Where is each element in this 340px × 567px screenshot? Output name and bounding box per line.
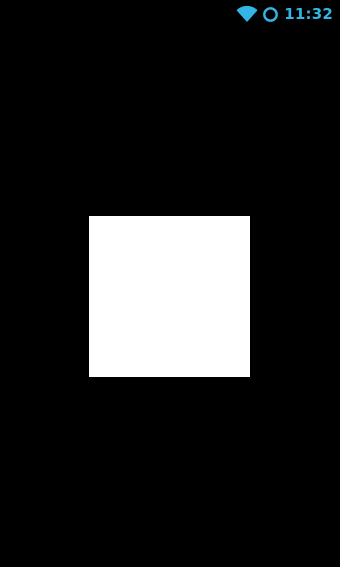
wifi-icon bbox=[236, 5, 258, 23]
sync-icon bbox=[262, 6, 279, 23]
app-screen: 11:32 bbox=[0, 0, 340, 567]
white-square[interactable] bbox=[89, 216, 250, 377]
status-bar: 11:32 bbox=[0, 0, 340, 28]
status-icons: 11:32 bbox=[236, 3, 333, 25]
clock: 11:32 bbox=[284, 5, 333, 23]
drawing-canvas[interactable] bbox=[0, 28, 340, 567]
